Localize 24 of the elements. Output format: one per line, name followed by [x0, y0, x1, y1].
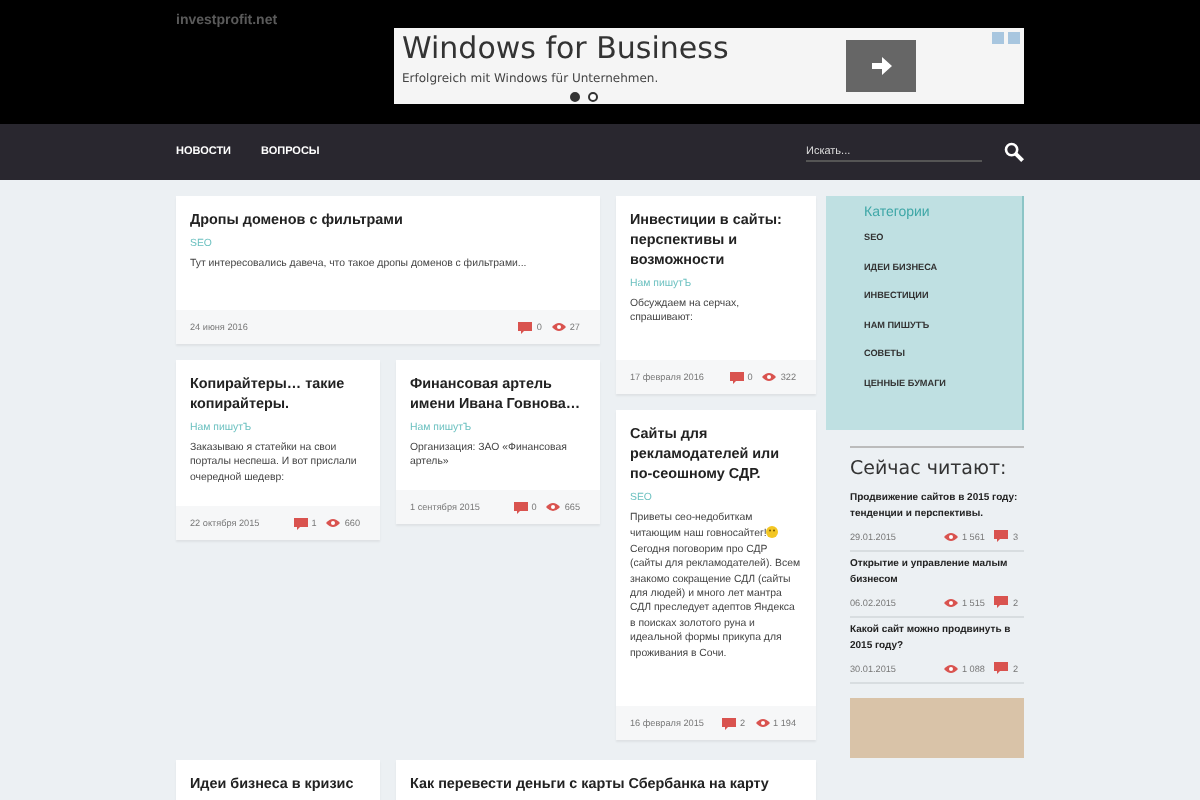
comment-icon [729, 371, 744, 383]
section-title: Сейчас читают: [850, 458, 1009, 480]
eye-icon [943, 663, 958, 673]
smiley-icon [766, 526, 779, 539]
eye-icon [551, 322, 566, 332]
eye-icon [943, 597, 958, 607]
ad-title: Windows for Business [402, 32, 731, 66]
eye-icon [755, 718, 769, 728]
eye-icon [762, 372, 777, 382]
search-icon[interactable] [1004, 142, 1024, 162]
comment-icon [721, 717, 736, 729]
arrow-icon [869, 56, 893, 76]
carousel-dot[interactable] [588, 92, 598, 102]
comment-icon [994, 596, 1009, 608]
comment-icon [994, 662, 1009, 674]
comment-icon [994, 530, 1009, 542]
ad-arrow-button[interactable] [846, 40, 916, 92]
comment-icon [518, 321, 533, 333]
eye-icon [546, 502, 561, 512]
eye-icon [943, 531, 958, 541]
comment-icon [293, 517, 308, 529]
comment-icon [513, 501, 528, 513]
carousel-dot[interactable] [570, 92, 580, 102]
eye-icon [326, 518, 341, 528]
